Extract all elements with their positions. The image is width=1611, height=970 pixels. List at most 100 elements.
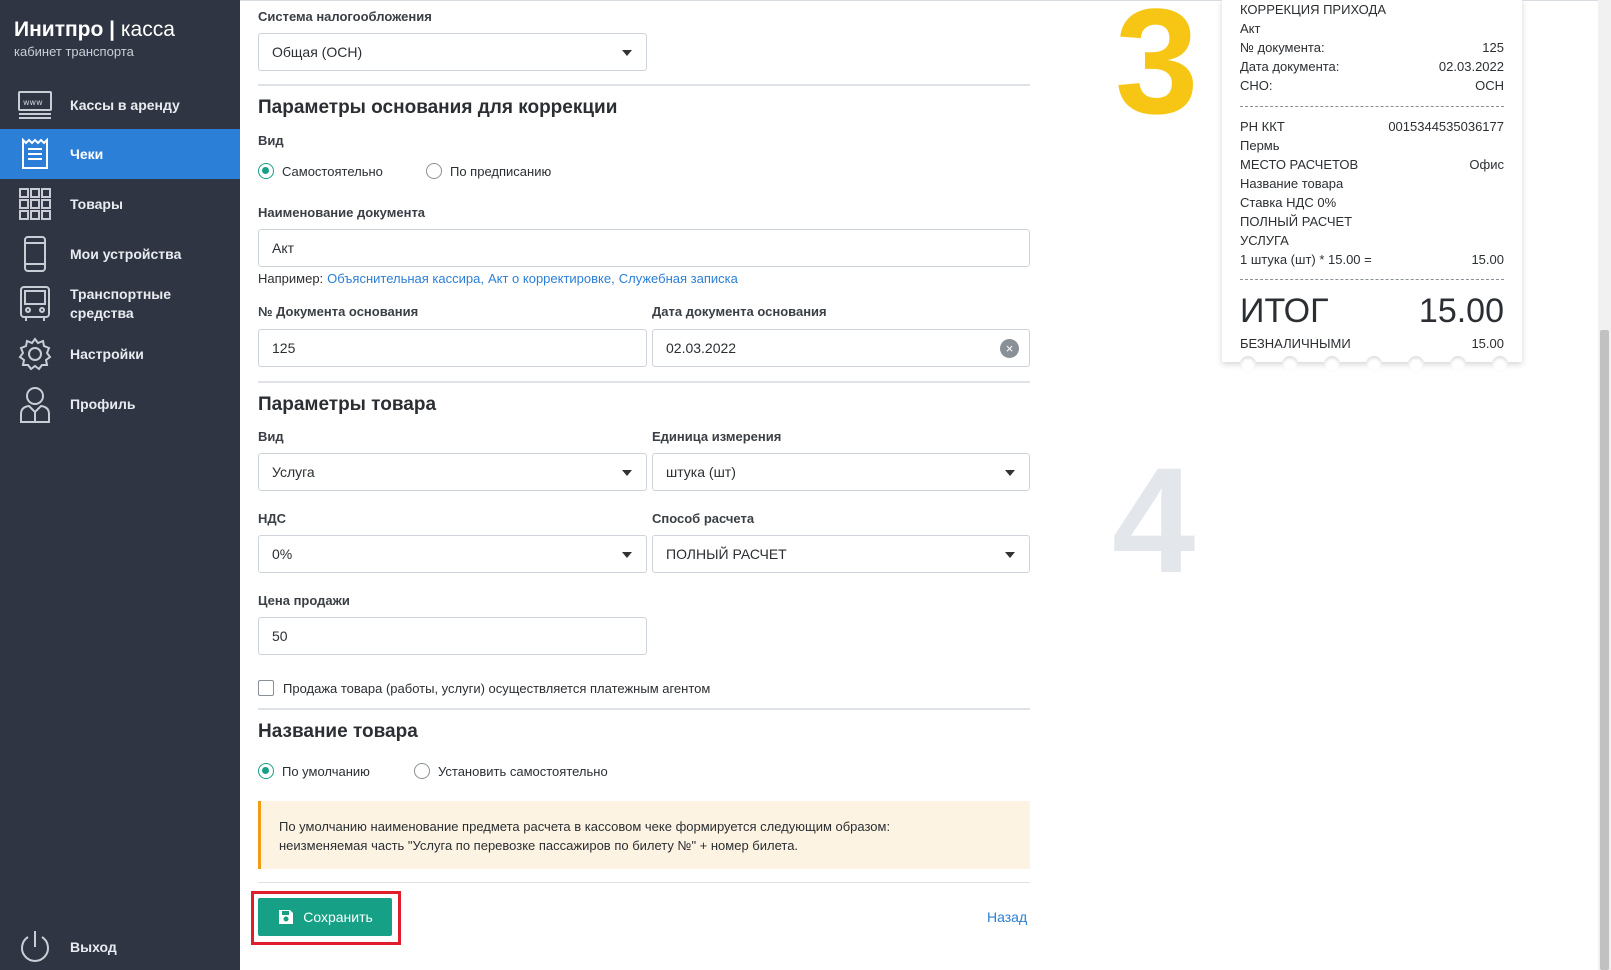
receipt-key: БЕЗНАЛИЧНЫМИ xyxy=(1240,336,1351,351)
doc-date-label: Дата документа основания xyxy=(652,304,827,319)
receipt-title: КОРРЕКЦИЯ ПРИХОДА xyxy=(1240,2,1504,17)
correction-kind-label: Вид xyxy=(258,133,284,148)
receipt-total-value: 15.00 xyxy=(1418,292,1504,330)
notice-line: неизменяемая часть "Услуга по перевозке … xyxy=(279,838,799,853)
doc-date-input[interactable]: 02.03.2022 × xyxy=(652,329,1030,367)
sidebar-item-vehicles[interactable]: Транспортные средства xyxy=(0,279,240,329)
divider xyxy=(258,381,1030,383)
receipt-key: 1 штука (шт) * 15.00 = xyxy=(1240,252,1372,267)
notice-line: По умолчанию наименование предмета расче… xyxy=(279,819,891,834)
logout-label: Выход xyxy=(70,938,117,955)
svg-text:www: www xyxy=(23,98,43,107)
receipt-edge xyxy=(1492,356,1508,372)
receipt-value: Офис xyxy=(1469,157,1504,172)
tax-system-select[interactable]: Общая (ОСН) xyxy=(258,33,647,71)
receipt-key: РН ККТ xyxy=(1240,119,1285,134)
save-label: Сохранить xyxy=(303,909,373,925)
doc-date-value: 02.03.2022 xyxy=(666,340,737,356)
receipt-edge xyxy=(1366,356,1382,372)
doc-number-input[interactable]: 125 xyxy=(258,329,647,367)
receipt-icon xyxy=(15,134,55,174)
product-section-title: Параметры товара xyxy=(258,394,437,415)
logout-button[interactable]: Выход xyxy=(0,922,240,970)
payment-method-select[interactable]: ПОЛНЫЙ РАСЧЕТ xyxy=(652,535,1030,573)
receipt-separator xyxy=(1240,106,1504,107)
app-root: Инитпро | касса кабинет транспорта www К… xyxy=(0,0,1611,970)
sidebar-item-devices[interactable]: Мои устройства xyxy=(0,229,240,279)
brand-product: касса xyxy=(115,18,175,41)
receipt-row: 1 штука (шт) * 15.00 = 15.00 xyxy=(1240,252,1504,267)
sidebar-item-settings[interactable]: Настройки xyxy=(0,329,240,379)
divider xyxy=(258,882,1030,883)
sidebar-item-label: Товары xyxy=(70,195,123,212)
receipt-edge xyxy=(1450,356,1466,372)
sidebar-item-profile[interactable]: Профиль xyxy=(0,379,240,429)
sidebar-item-rent[interactable]: www Кассы в аренду xyxy=(0,80,240,130)
receipt-item-name: Название товара xyxy=(1240,176,1504,191)
product-kind-select[interactable]: Услуга xyxy=(258,453,647,491)
receipt-calc: ПОЛНЫЙ РАСЧЕТ xyxy=(1240,214,1504,229)
brand-name: Инитпро | xyxy=(14,18,116,41)
radio-self[interactable]: Самостоятельно xyxy=(258,163,383,179)
radio-by-order-label: По предписанию xyxy=(450,163,552,179)
receipt-item-name-text: Название товара xyxy=(1240,176,1344,191)
example-link-act[interactable]: Акт о корректировке, xyxy=(488,271,615,286)
radio-dot xyxy=(258,763,274,779)
receipt-key: Дата документа: xyxy=(1240,59,1340,74)
vat-select[interactable]: 0% xyxy=(258,535,647,573)
radio-default-name[interactable]: По умолчанию xyxy=(258,763,370,779)
price-input[interactable]: 50 xyxy=(258,617,647,655)
brand: Инитпро | касса кабинет транспорта xyxy=(14,18,175,59)
scrollbar-thumb[interactable] xyxy=(1600,330,1609,970)
radio-by-order[interactable]: По предписанию xyxy=(426,163,551,179)
sidebar-item-label: Транспортные средства xyxy=(70,286,172,321)
radio-dot xyxy=(426,163,442,179)
receipt-value: ОСН xyxy=(1475,78,1504,93)
receipt-edge xyxy=(1240,356,1256,372)
divider xyxy=(258,708,1030,710)
save-button[interactable]: Сохранить xyxy=(258,898,392,936)
doc-number-label: № Документа основания xyxy=(258,304,419,319)
radio-dot xyxy=(258,163,274,179)
receipt-row: СНО: ОСН xyxy=(1240,78,1504,93)
tax-system-value: Общая (ОСН) xyxy=(272,44,363,60)
receipt-key: № документа: xyxy=(1240,40,1325,55)
receipt-title-text: КОРРЕКЦИЯ ПРИХОДА xyxy=(1240,2,1386,17)
tax-system-label: Система налогообложения xyxy=(258,9,432,24)
sidebar-item-receipts[interactable]: Чеки xyxy=(0,129,240,179)
sidebar-item-label: Мои устройства xyxy=(70,245,182,262)
brand-subtitle: кабинет транспорта xyxy=(14,44,134,59)
chevron-down-icon xyxy=(622,552,632,558)
sidebar-item-label: Чеки xyxy=(70,145,104,162)
step-number-3: 3 xyxy=(1115,0,1199,145)
checkbox-box xyxy=(258,680,274,696)
payment-agent-label: Продажа товара (работы, услуги) осуществ… xyxy=(283,680,711,696)
example-link-memo[interactable]: Служебная записка xyxy=(619,271,738,286)
radio-default-label: По умолчанию xyxy=(282,763,370,779)
doc-name-input[interactable]: Акт xyxy=(258,229,1030,267)
radio-custom-name[interactable]: Установить самостоятельно xyxy=(414,763,608,779)
receipt-calc-text: ПОЛНЫЙ РАСЧЕТ xyxy=(1240,214,1353,229)
grid-icon xyxy=(15,184,55,224)
receipt-city-text: Пермь xyxy=(1240,138,1280,153)
www-icon: www xyxy=(15,85,55,125)
chevron-down-icon xyxy=(622,470,632,476)
receipt-row: МЕСТО РАСЧЕТОВ Офис xyxy=(1240,157,1504,172)
scrollbar[interactable] xyxy=(1598,0,1611,970)
chevron-down-icon xyxy=(622,50,632,56)
payment-method-value: ПОЛНЫЙ РАСЧЕТ xyxy=(666,546,787,562)
chevron-down-icon xyxy=(1005,552,1015,558)
receipt-total: ИТОГ 15.00 xyxy=(1240,292,1504,331)
receipt-doc: Акт xyxy=(1240,21,1504,36)
back-link[interactable]: Назад xyxy=(987,909,1027,925)
receipt-subject: УСЛУГА xyxy=(1240,233,1504,248)
doc-number-value: 125 xyxy=(272,340,296,356)
receipt-value: 15.00 xyxy=(1471,336,1504,351)
clear-icon[interactable]: × xyxy=(1000,339,1019,358)
sidebar-item-products[interactable]: Товары xyxy=(0,179,240,229)
payment-agent-checkbox[interactable]: Продажа товара (работы, услуги) осуществ… xyxy=(258,680,710,696)
example-link-explanatory[interactable]: Объяснительная кассира, xyxy=(327,271,484,286)
receipt-row: РН ККТ 0015344535036177 xyxy=(1240,119,1504,134)
unit-select[interactable]: штука (шт) xyxy=(652,453,1030,491)
product-kind-label: Вид xyxy=(258,429,284,444)
